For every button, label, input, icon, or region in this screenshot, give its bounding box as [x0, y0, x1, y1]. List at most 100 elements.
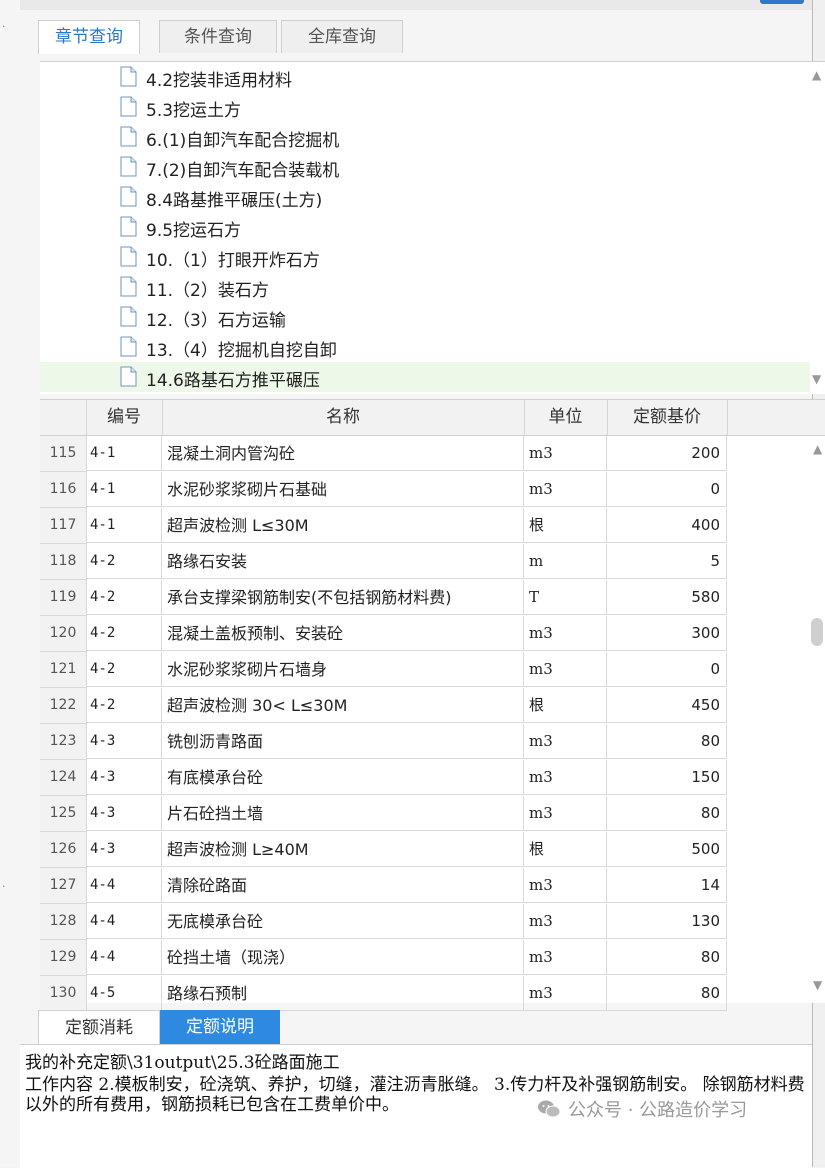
cell-unit: m3: [524, 940, 607, 975]
document-icon: [120, 156, 137, 177]
cell-unit: m3: [524, 724, 607, 759]
cell-name: 水泥砂浆浆砌片石基础: [162, 472, 524, 507]
tree-item[interactable]: 11.（2）装石方: [40, 272, 810, 302]
header-unit[interactable]: 单位: [524, 400, 608, 435]
header-name[interactable]: 名称: [162, 400, 525, 435]
cell-base-price: 80: [607, 724, 727, 759]
table-row[interactable]: 126 4-3 超声波检测 L≥40M 根 500: [40, 832, 825, 868]
header-code[interactable]: 编号: [86, 400, 163, 435]
row-number: 119: [40, 580, 87, 616]
cell-name: 无底模承台砼: [162, 904, 524, 939]
cell-unit: m3: [524, 796, 607, 831]
tab-quota-consumption[interactable]: 定额消耗: [38, 1010, 160, 1045]
cell-name: 有底模承台砼: [162, 760, 524, 795]
tree-item-label: 13.（4）挖掘机自挖自卸: [146, 341, 337, 361]
row-number-header: [40, 400, 87, 435]
tree-item[interactable]: 12.（3）石方运输: [40, 302, 810, 332]
cell-unit: m3: [524, 652, 607, 687]
tree-scroll-up-icon[interactable]: ▲: [812, 68, 821, 82]
left-edge-strip: · ·: [0, 0, 21, 1167]
tab-chapter-query[interactable]: 章节查询: [38, 20, 140, 54]
row-number: 125: [40, 796, 87, 832]
cell-unit: 根: [524, 688, 607, 723]
cell-base-price: 580: [607, 580, 727, 615]
document-icon: [120, 186, 137, 207]
table-row[interactable]: 121 4-2 水泥砂浆浆砌片石墙身 m3 0: [40, 652, 825, 688]
cell-base-price: 14: [607, 868, 727, 903]
tree-item-label: 14.6路基石方推平碾压: [146, 371, 320, 391]
table-row[interactable]: 118 4-2 路缘石安装 m 5: [40, 544, 825, 580]
cell-code: 4-2: [86, 616, 162, 651]
cell-name: 超声波检测 30< L≤30M: [162, 688, 524, 723]
table-row[interactable]: 119 4-2 承台支撑梁钢筋制安(不包括钢筋材料费) T 580: [40, 580, 825, 616]
table-row[interactable]: 120 4-2 混凝土盖板预制、安装砼 m3 300: [40, 616, 825, 652]
cell-unit: m3: [524, 976, 607, 1011]
cell-base-price: 500: [607, 832, 727, 867]
table-row[interactable]: 127 4-4 清除砼路面 m3 14: [40, 868, 825, 904]
tree-item[interactable]: 6.(1)自卸汽车配合挖掘机: [40, 122, 810, 152]
table-row[interactable]: 116 4-1 水泥砂浆浆砌片石基础 m3 0: [40, 472, 825, 508]
cell-unit: 根: [524, 832, 607, 867]
document-icon: [120, 66, 137, 87]
table-row[interactable]: 115 4-1 混凝土洞内管沟砼 m3 200: [40, 436, 825, 472]
tree-item[interactable]: 13.（4）挖掘机自挖自卸: [40, 332, 810, 362]
cell-code: 4-2: [86, 580, 162, 615]
tree-scroll-down-icon[interactable]: ▼: [812, 372, 821, 386]
tree-item[interactable]: 7.(2)自卸汽车配合装载机: [40, 152, 810, 182]
cell-name: 路缘石安装: [162, 544, 524, 579]
tree-item[interactable]: 8.4路基推平碾压(土方): [40, 182, 810, 212]
tree-item[interactable]: 10.（1）打眼开炸石方: [40, 242, 810, 272]
tree-item[interactable]: 4.2挖装非适用材料: [40, 62, 810, 92]
cell-code: 4-3: [86, 760, 162, 795]
cell-base-price: 300: [607, 616, 727, 651]
row-number: 123: [40, 724, 87, 760]
document-icon: [120, 96, 137, 117]
tree-item-label: 12.（3）石方运输: [146, 311, 286, 331]
table-row[interactable]: 129 4-4 砼挡土墙（现浇） m3 80: [40, 940, 825, 976]
chapter-tree: ▲ ▼ 4.2挖装非适用材料 5.3挖运土方 6.(1)自卸汽车配合挖掘机 7.(2)…: [40, 61, 825, 394]
table-row[interactable]: 123 4-3 铣刨沥青路面 m3 80: [40, 724, 825, 760]
cell-unit: m3: [524, 904, 607, 939]
table-row[interactable]: 125 4-3 片石砼挡土墙 m3 80: [40, 796, 825, 832]
row-number: 117: [40, 508, 87, 544]
tab-full-library-query[interactable]: 全库查询: [281, 20, 403, 53]
document-icon: [120, 306, 137, 327]
tree-item[interactable]: 14.6路基石方推平碾压: [40, 362, 810, 392]
row-number: 127: [40, 868, 87, 904]
cell-unit: m3: [524, 868, 607, 903]
table-row[interactable]: 122 4-2 超声波检测 30< L≤30M 根 450: [40, 688, 825, 724]
tree-item-label: 9.5挖运石方: [146, 221, 242, 241]
cell-unit: m3: [524, 436, 607, 471]
watermark: 公众号 · 公路造价学习: [538, 1096, 747, 1122]
table-row[interactable]: 124 4-3 有底模承台砼 m3 150: [40, 760, 825, 796]
tab-quota-description[interactable]: 定额说明: [160, 1010, 280, 1044]
cell-code: 4-4: [86, 868, 162, 903]
cell-base-price: 130: [607, 904, 727, 939]
table-row[interactable]: 128 4-4 无底模承台砼 m3 130: [40, 904, 825, 940]
cell-base-price: 200: [607, 436, 727, 471]
left-edge-mark: ·: [2, 20, 6, 33]
table-row[interactable]: 117 4-1 超声波检测 L≤30M 根 400: [40, 508, 825, 544]
header-base-price[interactable]: 定额基价: [607, 400, 728, 435]
table-row[interactable]: 130 4-5 路缘石预制 m3 80: [40, 976, 825, 1012]
row-number: 128: [40, 904, 87, 940]
left-edge-mark: ·: [2, 880, 6, 893]
cell-code: 4-3: [86, 796, 162, 831]
cell-base-price: 150: [607, 760, 727, 795]
watermark-text: 公众号 · 公路造价学习: [568, 1100, 748, 1121]
document-icon: [120, 336, 137, 357]
table-header: 编号 名称 单位 定额基价: [40, 400, 825, 436]
row-number: 126: [40, 832, 87, 868]
cell-code: 4-1: [86, 508, 162, 543]
tree-item-label: 10.（1）打眼开炸石方: [146, 251, 320, 271]
tab-condition-query[interactable]: 条件查询: [159, 20, 277, 53]
cell-unit: m: [524, 544, 607, 579]
top-action-button[interactable]: [760, 0, 804, 4]
cell-base-price: 450: [607, 688, 727, 723]
cell-name: 砼挡土墙（现浇）: [162, 940, 524, 975]
tree-item[interactable]: 5.3挖运土方: [40, 92, 810, 122]
tree-item[interactable]: 9.5挖运石方: [40, 212, 810, 242]
cell-base-price: 5: [607, 544, 727, 579]
document-icon: [120, 126, 137, 147]
quota-browser-panel: 章节查询 条件查询 全库查询 ▲ ▼ 4.2挖装非适用材料 5.3挖运土方 6.(1…: [20, 10, 825, 1168]
